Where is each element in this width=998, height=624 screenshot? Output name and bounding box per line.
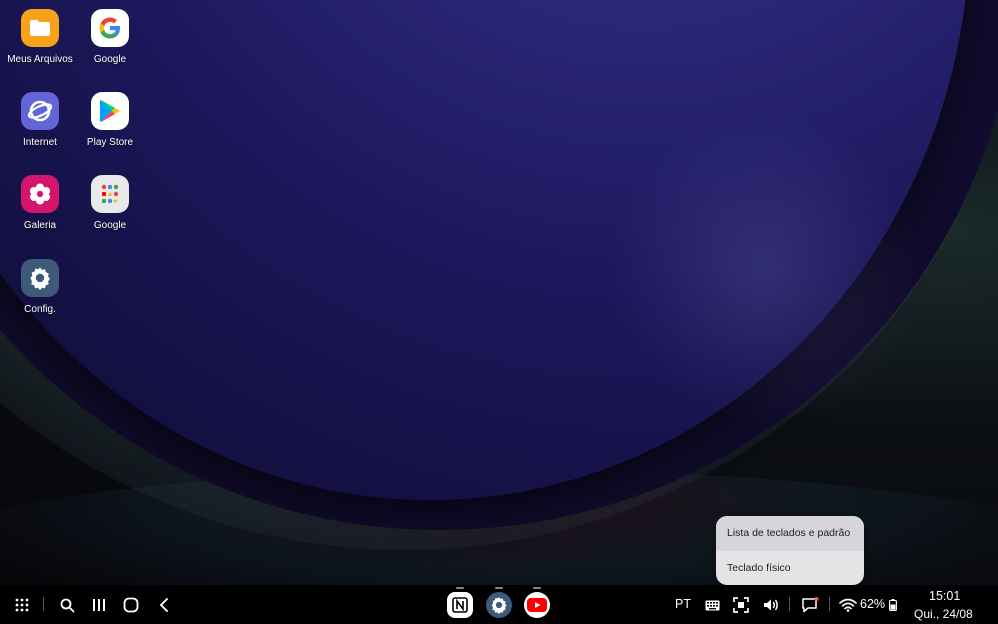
screenshot-icon: [733, 597, 749, 613]
folder-icon: [21, 9, 59, 47]
app-label: Google: [93, 54, 127, 65]
menu-item-keyboard-list[interactable]: Lista de teclados e padrão: [716, 516, 864, 551]
google-folder-icon: [91, 175, 129, 213]
app-label: Google: [93, 220, 127, 231]
app-folder-google[interactable]: Google: [70, 175, 150, 231]
clock-date[interactable]: Qui., 24/08: [914, 607, 973, 621]
youtube-icon: [527, 598, 547, 612]
taskbar-app-notion[interactable]: [447, 592, 473, 618]
app-galeria[interactable]: Galeria: [0, 175, 80, 231]
app-google[interactable]: Google: [70, 9, 150, 65]
wallpaper: [0, 0, 998, 585]
settings-icon: [21, 259, 59, 297]
back-icon: [159, 598, 168, 612]
google-icon: [91, 9, 129, 47]
language-indicator[interactable]: PT: [675, 597, 691, 611]
divider: [789, 597, 790, 611]
apps-grid-button[interactable]: [12, 595, 32, 615]
wifi-icon: [839, 598, 857, 612]
search-icon: [60, 598, 74, 612]
keyboard-button[interactable]: [702, 595, 722, 615]
app-config[interactable]: Config.: [0, 259, 80, 315]
back-button[interactable]: [154, 595, 174, 615]
internet-icon: [21, 92, 59, 130]
app-label: Galeria: [23, 220, 57, 231]
volume-icon: [763, 599, 778, 611]
keyboard-popup-menu: Lista de teclados e padrão Teclado físic…: [716, 516, 864, 585]
app-label: Internet: [23, 137, 57, 148]
app-meus-arquivos[interactable]: Meus Arquivos: [0, 9, 80, 65]
app-label: Config.: [24, 304, 56, 315]
wifi-status[interactable]: [838, 595, 858, 615]
volume-button[interactable]: [761, 595, 781, 615]
app-label: Play Store: [86, 137, 134, 148]
notifications-button[interactable]: [800, 595, 820, 615]
recents-icon: [93, 599, 105, 611]
menu-item-physical-keyboard[interactable]: Teclado físico: [716, 551, 864, 586]
screen-capture-button[interactable]: [731, 595, 751, 615]
app-internet[interactable]: Internet: [0, 92, 80, 148]
battery-icon: [889, 599, 897, 611]
keyboard-icon: [705, 600, 719, 610]
battery-status: [888, 596, 898, 614]
home-button[interactable]: [121, 595, 141, 615]
recent-apps-button[interactable]: [89, 595, 109, 615]
taskbar-app-settings[interactable]: [486, 592, 512, 618]
app-label: Meus Arquivos: [7, 54, 73, 65]
grid-icon: [15, 598, 29, 612]
notion-icon: [452, 597, 468, 613]
divider: [829, 597, 830, 611]
divider: [43, 597, 44, 611]
clock-time[interactable]: 15:01: [929, 589, 960, 603]
app-play-store[interactable]: Play Store: [70, 92, 150, 148]
notification-icon: [802, 597, 819, 613]
battery-percent: 62%: [860, 597, 886, 611]
search-button[interactable]: [57, 595, 77, 615]
settings-icon: [491, 597, 507, 614]
gallery-icon: [21, 175, 59, 213]
taskbar-app-youtube[interactable]: [524, 592, 550, 618]
play-store-icon: [91, 92, 129, 130]
home-icon: [123, 597, 139, 613]
